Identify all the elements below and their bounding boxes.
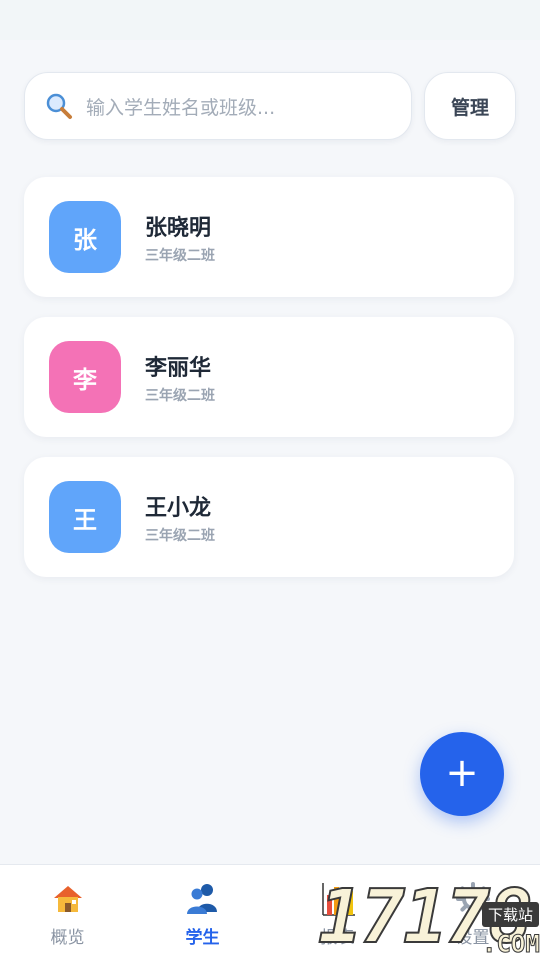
tab-label: 概览: [50, 928, 85, 948]
manage-button[interactable]: 管理: [424, 72, 516, 140]
student-name: 王小龙: [145, 496, 212, 521]
student-class: 三年级二班: [145, 528, 215, 544]
search-icon: [46, 93, 72, 119]
house-icon: [53, 886, 82, 912]
search-row: 输入学生姓名或班级... 管理: [24, 72, 516, 140]
tab-students[interactable]: 学生: [135, 865, 270, 961]
student-card[interactable]: 李 李丽华 三年级二班: [24, 317, 514, 437]
watermark-site: 下载站: [482, 902, 540, 927]
status-bar: [0, 0, 540, 40]
watermark-logo: 17178 下载站 .COM: [317, 873, 540, 961]
student-class: 三年级二班: [145, 248, 215, 264]
student-class: 三年级二班: [145, 388, 215, 404]
avatar: 张: [49, 201, 121, 273]
avatar: 李: [49, 341, 121, 413]
add-student-button[interactable]: +: [420, 732, 504, 816]
search-placeholder: 输入学生姓名或班级...: [86, 97, 276, 119]
search-input[interactable]: 输入学生姓名或班级...: [24, 72, 412, 140]
avatar: 王: [49, 481, 121, 553]
student-card[interactable]: 王 王小龙 三年级二班: [24, 457, 514, 577]
student-name: 张晓明: [145, 216, 212, 241]
tab-overview[interactable]: 概览: [0, 865, 135, 961]
tab-label: 学生: [185, 928, 220, 948]
watermark-domain: .COM: [482, 930, 540, 959]
users-icon: [186, 884, 217, 914]
student-name: 李丽华: [145, 356, 212, 381]
student-card[interactable]: 张 张晓明 三年级二班: [24, 177, 514, 297]
